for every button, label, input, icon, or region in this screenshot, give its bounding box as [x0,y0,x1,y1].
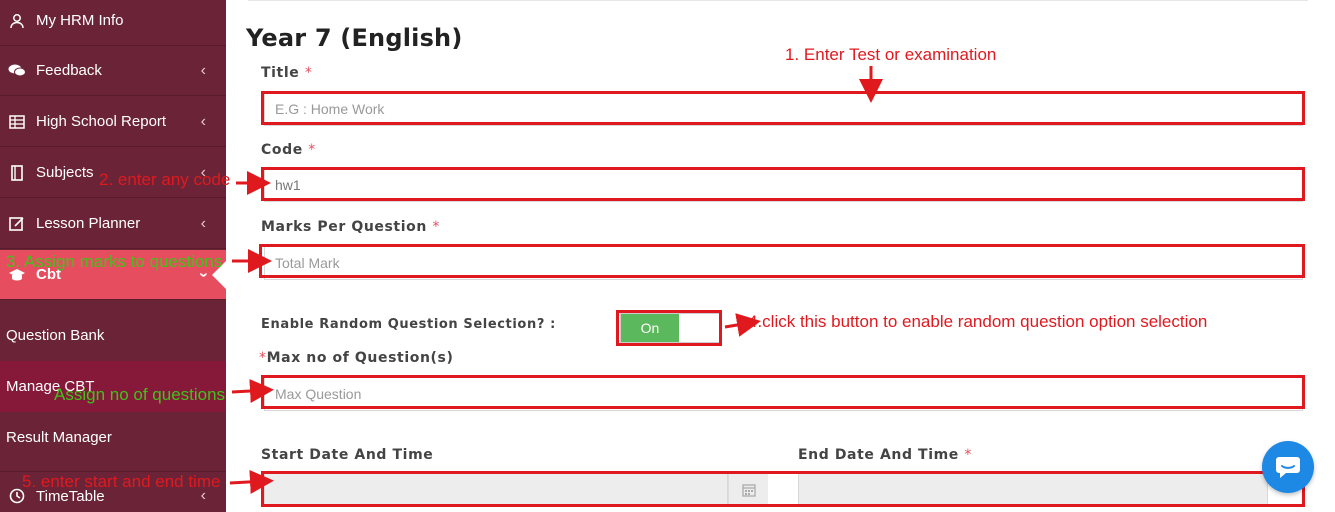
required-mark: * [432,219,441,235]
chevron-left-icon: ‹ [200,112,206,130]
table-icon [8,114,26,130]
max-questions-label: *Max no of Question(s) [259,350,453,366]
page-title: Year 7 (English) [246,24,463,52]
random-selection-label: Enable Random Question Selection? : [261,317,556,332]
highlight-title [261,91,1305,125]
annotation-step-4: 4.click this button to enable random que… [748,312,1208,331]
sidebar-subitem-result-manager[interactable]: Result Manager [0,412,226,463]
highlight-toggle [616,310,722,346]
code-label: Code * [261,142,316,158]
sidebar-item-label: Subjects [36,164,94,181]
annotation-step-2: 2. enter any code [99,170,231,189]
required-mark: * [964,447,972,463]
marks-label-text: Marks Per Question [261,219,427,235]
sidebar-subitem-label: Question Bank [6,327,105,344]
divider [248,0,1308,1]
annotation-step-3: 3. Assign marks to questions [6,252,223,271]
book-icon [8,164,26,181]
sidebar-item-high-school-report[interactable]: High School Report ‹ [0,97,226,147]
sidebar-item-label: Feedback [36,62,102,79]
sidebar-item-feedback[interactable]: Feedback ‹ [0,46,226,96]
required-mark: * [259,350,267,366]
highlight-max [261,375,1305,409]
max-questions-label-text: Max no of Question(s) [266,350,454,366]
marks-label: Marks Per Question * [261,219,440,235]
required-mark: * [308,142,316,158]
start-date-label: Start Date And Time [261,447,434,463]
end-date-label-text: End Date And Time [798,447,959,463]
sidebar-item-my-hrm-info[interactable]: My HRM Info [0,0,226,46]
chat-bubble-icon [1276,457,1300,478]
annotation-step-5: 5. enter start and end time [22,472,221,491]
annotation-step-1: 1. Enter Test or examination [785,45,997,64]
sidebar-item-label: Lesson Planner [36,215,141,232]
chat-button[interactable] [1262,441,1314,493]
highlight-marks [259,244,1305,278]
highlight-dates [261,471,1305,507]
end-date-label: End Date And Time * [798,447,972,463]
edit-icon [8,216,26,232]
title-label-text: Title [261,65,300,81]
sidebar-subitem-label: Result Manager [6,429,112,446]
user-icon [8,13,26,29]
chevron-left-icon: ‹ [200,61,206,79]
highlight-code [261,167,1305,201]
sidebar-subitem-question-bank[interactable]: Question Bank [0,310,226,361]
sidebar-item-label: High School Report [36,113,167,130]
chevron-left-icon: ‹ [200,214,206,232]
annotation-assign-questions: Assign no of questions [54,385,226,404]
comments-icon [8,63,26,79]
required-mark: * [304,65,313,81]
chevron-down-icon: ‹ [194,271,212,278]
sidebar-item-label: My HRM Info [36,12,124,29]
title-label: Title * [261,65,312,81]
screen: My HRM Info Feedback ‹ High School Repor… [0,0,1335,512]
sidebar-item-lesson-planner[interactable]: Lesson Planner ‹ [0,199,226,249]
code-label-text: Code [261,142,303,158]
